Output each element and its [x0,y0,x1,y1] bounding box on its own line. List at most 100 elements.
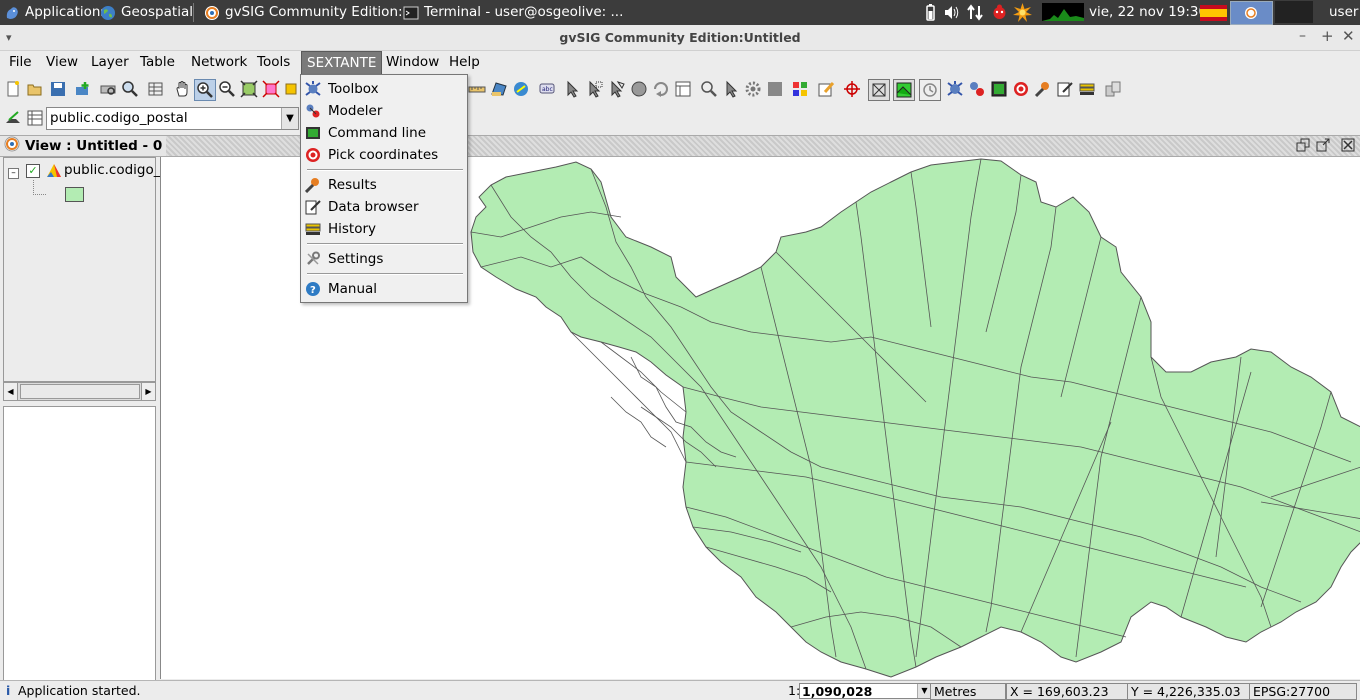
sextante-toolbox-icon[interactable] [945,79,965,99]
zoom-select-icon[interactable] [261,79,281,99]
refresh-circle-icon[interactable] [919,79,941,101]
measure-area-icon[interactable] [489,79,509,99]
hyperlink-icon[interactable] [511,79,531,99]
edit-pencil-icon[interactable] [816,79,836,99]
workspace-1[interactable] [1230,1,1273,25]
svg-text:?: ? [310,285,316,296]
menu-item-modeler[interactable]: Modeler [305,100,463,121]
maximize-view-icon[interactable] [1316,138,1330,152]
menu-item-pick-coordinates[interactable]: Pick coordinates [305,144,463,165]
select-arrow-icon[interactable] [562,79,582,99]
pan-hand-icon[interactable] [173,79,193,99]
menu-table[interactable]: Table [135,51,180,74]
legend-swatch[interactable] [65,187,84,202]
menu-item-results[interactable]: Results [305,174,463,195]
sextante-pick-coordinates-icon[interactable] [1011,79,1031,99]
gray-square-icon[interactable] [765,79,785,99]
menu-item-data-browser[interactable]: Data browser [305,196,463,217]
zoom-in-icon[interactable] [194,79,216,101]
toc-horizontal-scrollbar[interactable]: ◀ ▶ [3,382,156,401]
layer-name[interactable]: public.codigo_ [64,162,161,178]
menu-item-settings[interactable]: Settings [305,248,463,269]
layer-selector-dropdown[interactable]: public.codigo_postal ▼ [46,107,299,130]
zoom-full-icon[interactable] [239,79,259,99]
menu-network[interactable]: Network [186,51,252,74]
frame-select-icon[interactable] [868,79,890,101]
select-by-rectangle-icon[interactable] [584,79,604,99]
locate-icon[interactable] [120,79,140,99]
applications-menu[interactable]: Applications [4,0,107,25]
minimize-icon[interactable]: – [1299,28,1306,44]
select-by-circle-icon[interactable] [629,79,649,99]
vector-layer-icon [46,162,62,178]
restore-window-icon[interactable] [1296,138,1310,152]
bug-icon[interactable] [990,3,1009,22]
measure-distance-icon[interactable] [467,79,487,99]
scale-combo[interactable]: 1,090,028 ▼ [799,683,932,699]
menu-tools[interactable]: Tools [252,51,295,74]
menu-sextante[interactable]: SEXTANTE [301,51,383,76]
window-tile-icon[interactable] [1103,79,1123,99]
select-by-point-icon[interactable] [721,79,741,99]
locator-map[interactable] [3,406,156,681]
select-by-polygon-icon[interactable] [606,79,626,99]
save-project-icon[interactable] [48,79,68,99]
chevron-down-icon[interactable]: ▼ [917,684,931,698]
print-preview-icon[interactable] [98,79,118,99]
scroll-right-icon[interactable]: ▶ [141,383,155,400]
menu-item-manual[interactable]: ? Manual [305,278,463,299]
volume-icon[interactable] [942,3,961,22]
raster-frame-icon[interactable] [893,79,915,101]
network-updown-icon[interactable] [966,3,985,22]
collapse-icon[interactable]: – [8,168,19,179]
sextante-modeler-icon[interactable] [967,79,987,99]
menu-help[interactable]: Help [444,51,485,74]
open-project-icon[interactable] [25,79,45,99]
info-table-icon[interactable] [146,79,166,99]
layer-table-icon[interactable] [25,108,45,128]
crosshair-icon[interactable] [842,79,862,99]
user-menu[interactable]: user [1329,0,1358,25]
close-icon[interactable]: ✕ [1342,27,1355,45]
zoom-out-icon[interactable] [217,79,237,99]
scroll-thumb[interactable] [20,384,140,399]
menu-item-history[interactable]: History [305,218,463,239]
burst-icon[interactable] [1013,3,1032,22]
scroll-left-icon[interactable]: ◀ [4,383,18,400]
geospatial-menu[interactable]: Geospatial [100,0,193,25]
menu-layer[interactable]: Layer [86,51,134,74]
spain-flag-icon[interactable] [1200,5,1227,21]
menu-view[interactable]: View [41,51,83,74]
info-point-icon[interactable] [699,79,719,99]
layer-visibility-checkbox[interactable]: ✓ [26,164,40,178]
chevron-down-icon[interactable]: ▼ [281,108,298,129]
menu-file[interactable]: File [4,51,37,74]
add-layer-icon[interactable] [73,79,93,99]
new-project-icon[interactable] [3,79,23,99]
sextante-results-icon[interactable] [1033,79,1053,99]
layer-edit-icon[interactable] [3,108,23,128]
task-terminal[interactable]: Terminal - user@osgeolive: ... [403,0,623,25]
svg-text:abc: abc [542,86,553,93]
data-browser-icon [305,199,321,215]
menu-item-command-line[interactable]: Command line [305,122,463,143]
close-view-icon[interactable] [1341,138,1355,152]
gear-icon[interactable] [743,79,763,99]
menu-item-toolbox[interactable]: Toolbox [305,78,463,99]
task-gvsig[interactable]: gvSIG Community Edition:... [204,0,415,25]
geospatial-label: Geospatial [121,4,193,20]
applications-label: Applications [25,4,108,20]
clear-selection-icon[interactable] [673,79,693,99]
menu-window[interactable]: Window [381,51,444,74]
tooltip-icon[interactable]: abc [537,79,557,99]
legend-icon[interactable] [790,79,810,99]
clock[interactable]: vie, 22 nov 19:30 [1089,0,1207,25]
invert-selection-icon[interactable] [651,79,671,99]
maximize-icon[interactable]: + [1321,27,1334,45]
workspace-2[interactable] [1275,1,1313,23]
battery-icon[interactable] [921,3,940,22]
sextante-data-browser-icon[interactable] [1055,79,1075,99]
sextante-history-icon[interactable] [1077,79,1097,99]
sextante-command-line-icon[interactable] [989,79,1009,99]
modeler-icon [305,103,321,119]
